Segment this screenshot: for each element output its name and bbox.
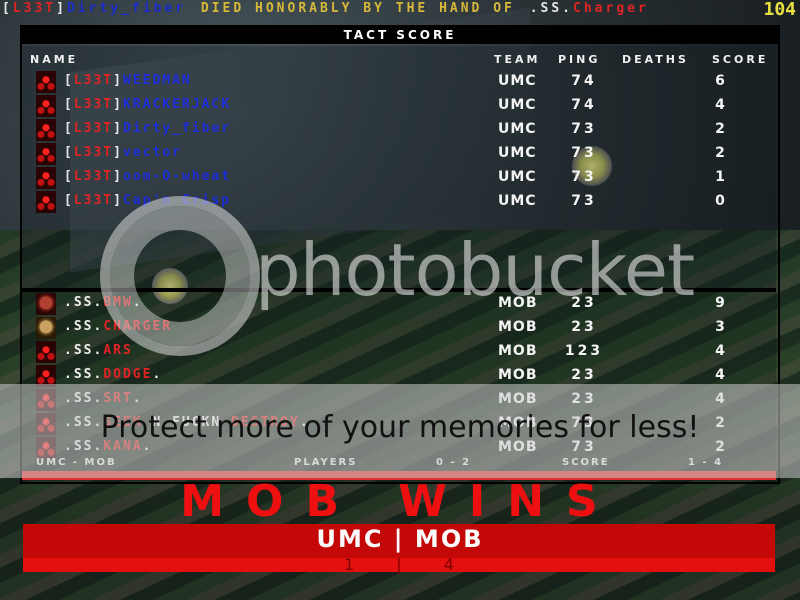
player-ping: 73: [571, 193, 597, 209]
player-row: [L33T]oom-O-wheat UMC 73 1: [22, 166, 776, 189]
player-ping: 73: [571, 169, 597, 185]
player-row: [L33T]Dirty_fiber UMC 73 2: [22, 118, 776, 141]
player-ping: 74: [571, 97, 597, 113]
header-ping: PING: [558, 53, 601, 66]
skull-avatar-icon: [36, 341, 56, 363]
player-team: UMC: [498, 193, 537, 209]
player-team: MOB: [498, 319, 538, 335]
victim-name: Dirty_fiber: [66, 1, 187, 16]
player-team: UMC: [498, 121, 537, 137]
player-face-avatar-icon: [36, 293, 56, 315]
skull-avatar-icon: [36, 191, 56, 213]
player-name: .SS.ARS: [64, 343, 133, 358]
player-face-avatar-icon: [36, 317, 56, 339]
player-team: UMC: [498, 73, 537, 89]
skull-avatar-icon: [36, 95, 56, 117]
player-name: [L33T]Dirty_fiber: [64, 121, 232, 136]
player-score: 4: [715, 97, 725, 113]
player-name: .SS.DODGE.: [64, 367, 163, 382]
player-score: 3: [715, 319, 725, 335]
player-team: UMC: [498, 97, 537, 113]
player-ping: 123: [564, 343, 604, 359]
final-score-mob: 4: [443, 555, 456, 574]
player-score: 9: [715, 295, 725, 311]
killer-prefix: .SS.: [529, 1, 574, 16]
header-team: TEAM: [494, 53, 541, 66]
clan-bracket: [: [2, 1, 13, 16]
header-score: SCORE: [712, 53, 769, 66]
scoreboard-title: TACT SCORE: [22, 27, 778, 44]
player-score: 4: [715, 343, 725, 359]
player-ping: 23: [571, 319, 597, 335]
player-score: 1: [715, 169, 725, 185]
player-ping: 73: [571, 145, 597, 161]
player-ping: 73: [571, 121, 597, 137]
clan-bracket: ]: [56, 1, 67, 16]
player-score: 0: [715, 193, 725, 209]
player-row: [L33T]KRACKERJACK UMC 74 4: [22, 94, 776, 117]
player-row: .SS.DODGE. MOB 23 4: [22, 364, 776, 387]
player-team: MOB: [498, 343, 538, 359]
final-score-umc: 1: [344, 555, 357, 574]
player-name: [L33T]WEEDMAN: [64, 73, 192, 88]
skull-avatar-icon: [36, 143, 56, 165]
skull-avatar-icon: [36, 119, 56, 141]
photobucket-logo-icon: [100, 196, 260, 356]
player-name: [L33T]oom-O-wheat: [64, 169, 232, 184]
player-score: 2: [715, 145, 725, 161]
victim-clan-tag: L33T: [12, 1, 57, 16]
column-headers: NAME TEAM PING DEATHS SCORE: [22, 53, 776, 67]
player-row: [L33T]vector UMC 73 2: [22, 142, 776, 165]
frag-counter: 104: [763, 0, 796, 20]
killer-name: Charger: [573, 1, 649, 16]
winner-banner: MOB WINS: [180, 476, 620, 527]
final-teams: UMC | MOB: [316, 525, 484, 553]
kill-message-text: DIED HONORABLY BY THE HAND OF: [200, 1, 515, 16]
skull-avatar-icon: [36, 71, 56, 93]
player-row: [L33T]WEEDMAN UMC 74 6: [22, 70, 776, 93]
player-score: 6: [715, 73, 725, 89]
player-row: .SS.ARS MOB 123 4: [22, 340, 776, 363]
player-team: UMC: [498, 145, 537, 161]
final-scores: 1 | 4: [0, 555, 800, 574]
header-name: NAME: [30, 53, 79, 66]
player-team: UMC: [498, 169, 537, 185]
kill-message: [L33T]Dirty_fiber DIED HONORABLY BY THE …: [2, 0, 649, 18]
watermark-brand: photobucket: [255, 228, 695, 312]
final-score-separator: |: [396, 555, 404, 574]
player-team: MOB: [498, 367, 538, 383]
player-score: 4: [715, 367, 725, 383]
player-ping: 23: [571, 367, 597, 383]
watermark-tagline: Protect more of your memories for less!: [100, 410, 700, 445]
header-deaths: DEATHS: [622, 53, 689, 66]
player-ping: 74: [571, 73, 597, 89]
skull-avatar-icon: [36, 167, 56, 189]
player-name: [L33T]KRACKERJACK: [64, 97, 232, 112]
player-score: 2: [715, 121, 725, 137]
player-name: [L33T]vector: [64, 145, 182, 160]
